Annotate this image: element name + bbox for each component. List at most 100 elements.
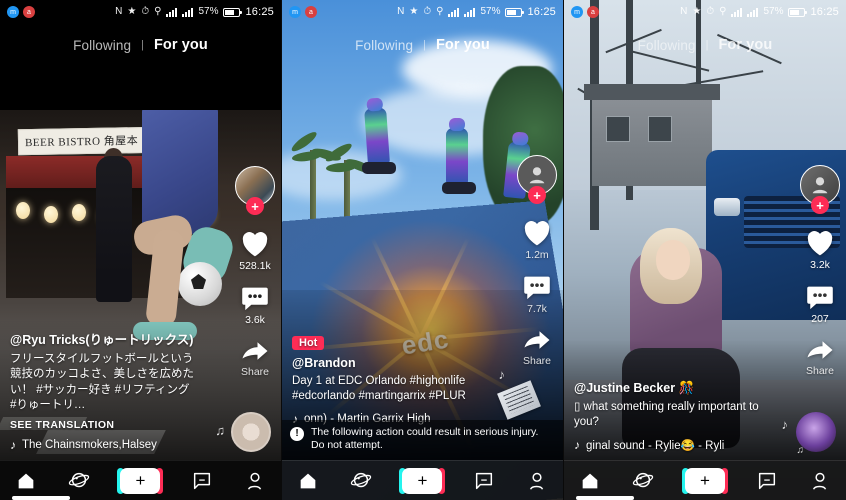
nav-inbox-3[interactable] <box>756 470 778 492</box>
comment-button-2[interactable]: 7.7k <box>522 273 552 315</box>
nfc-icon: N <box>680 6 688 17</box>
tab-for-you[interactable]: For you <box>718 37 772 53</box>
nav-create-3[interactable]: + <box>681 467 728 494</box>
music-note-icon: ♪ <box>498 367 506 382</box>
share-label: Share <box>240 366 270 378</box>
alarm-icon: ⏱ <box>706 6 715 17</box>
creator-avatar-wrapper-1[interactable]: + <box>235 166 275 215</box>
creator-handle[interactable]: @Brandon <box>292 356 501 370</box>
music-disc-1[interactable] <box>231 412 271 452</box>
creator-avatar-wrapper-3[interactable]: + <box>800 165 840 214</box>
nav-profile-1[interactable] <box>244 470 266 492</box>
creator-avatar-wrapper-2[interactable]: + <box>517 155 557 204</box>
music-row-1[interactable]: ♪ The Chainsmokers,Halsey <box>10 438 219 452</box>
do-not-disturb-icon: ★ <box>409 6 419 17</box>
tab-following[interactable]: Following <box>638 38 696 53</box>
message-icon[interactable] <box>756 470 778 492</box>
follow-button[interactable]: + <box>811 196 829 214</box>
share-icon[interactable] <box>805 337 835 363</box>
person-icon[interactable] <box>526 470 548 492</box>
rider <box>446 118 468 184</box>
heart-icon[interactable] <box>239 228 271 258</box>
music-title: ginal sound - Rylie😂 - Ryli <box>586 440 725 452</box>
message-icon[interactable] <box>191 470 213 492</box>
comment-icon[interactable] <box>240 284 270 312</box>
nav-create-1[interactable]: + <box>117 467 164 494</box>
follow-button[interactable]: + <box>528 186 546 204</box>
signal-1-icon <box>731 7 743 17</box>
app-badge-icon: a <box>305 6 317 18</box>
follow-button[interactable]: + <box>246 197 264 215</box>
nfc-icon: N <box>115 6 123 17</box>
plus-icon[interactable]: + <box>681 467 728 494</box>
nav-profile-2[interactable] <box>526 470 548 492</box>
planet-icon[interactable] <box>350 470 372 492</box>
background-person <box>96 156 132 302</box>
like-count: 1.2m <box>525 249 549 261</box>
message-icon[interactable] <box>473 470 495 492</box>
like-button-3[interactable]: 3.2k <box>804 227 836 271</box>
bike <box>362 162 396 174</box>
creator-handle[interactable]: @Ryu Tricks(りゅートリックス) <box>10 329 219 348</box>
nav-discover-1[interactable] <box>68 470 90 492</box>
home-icon[interactable] <box>579 470 601 492</box>
planet-icon[interactable] <box>68 470 90 492</box>
status-notification-icons: m a <box>289 6 317 18</box>
planet-icon[interactable] <box>632 470 654 492</box>
share-button-1[interactable]: Share <box>240 338 270 378</box>
tiktok-note-icon: ♪ <box>574 438 580 452</box>
like-count: 3.2k <box>810 259 830 271</box>
share-icon[interactable] <box>240 338 270 364</box>
video-description-line: い！ #サッカー好き #リフティング <box>10 383 190 396</box>
beer-bistro-sign: BEER BISTRO 角屋本 <box>17 126 159 156</box>
tab-following[interactable]: Following <box>355 38 413 53</box>
home-icon[interactable] <box>15 470 37 492</box>
screen-3: m a N ★ ⏱ ⚲ 57% 16:25 Following | For yo… <box>564 0 846 500</box>
status-system-icons: N ★ ⏱ ⚲ 57% 16:25 <box>680 6 839 18</box>
lantern-icon <box>44 206 58 223</box>
nav-create-2[interactable]: + <box>399 467 446 494</box>
nav-home-3[interactable] <box>579 470 601 492</box>
share-button-3[interactable]: Share <box>805 337 835 377</box>
plus-icon[interactable]: + <box>399 467 446 494</box>
share-button-2[interactable]: Share <box>522 327 552 367</box>
nav-discover-3[interactable] <box>632 470 654 492</box>
home-icon[interactable] <box>297 470 319 492</box>
heart-icon[interactable] <box>804 227 836 257</box>
comment-button-3[interactable]: 207 <box>805 283 835 325</box>
creator-handle[interactable]: @Justine Becker 🎊 <box>574 381 784 396</box>
video-description-line: you? <box>574 416 599 429</box>
app-badge-icon: a <box>587 6 599 18</box>
person-face <box>656 240 690 280</box>
music-disc-3[interactable] <box>796 412 836 452</box>
tab-for-you[interactable]: For you <box>154 37 208 53</box>
comment-icon[interactable] <box>805 283 835 311</box>
person-icon[interactable] <box>244 470 266 492</box>
tab-for-you[interactable]: For you <box>436 37 490 53</box>
like-button-2[interactable]: 1.2m <box>521 217 553 261</box>
person-icon[interactable] <box>809 470 831 492</box>
nav-inbox-2[interactable] <box>473 470 495 492</box>
share-icon[interactable] <box>522 327 552 353</box>
heart-icon[interactable] <box>521 217 553 247</box>
nav-home-1[interactable] <box>15 470 37 492</box>
nav-home-2[interactable] <box>297 470 319 492</box>
plus-icon[interactable]: + <box>117 467 164 494</box>
messenger-icon: m <box>289 6 301 18</box>
comment-button-1[interactable]: 3.6k <box>240 284 270 326</box>
see-translation-button[interactable]: SEE TRANSLATION <box>10 419 219 431</box>
nav-discover-2[interactable] <box>350 470 372 492</box>
nav-inbox-1[interactable] <box>191 470 213 492</box>
caption-1: @Ryu Tricks(りゅートリックス) フリースタイルフットボールという 競… <box>10 329 219 452</box>
comment-icon[interactable] <box>522 273 552 301</box>
signal-1-icon <box>166 7 178 17</box>
music-row-3[interactable]: ♪ ginal sound - Rylie😂 - Ryli <box>574 438 784 452</box>
video-description-line: 競技のカッコよさ、美しさを広めた <box>10 368 194 381</box>
battery-percent: 57% <box>763 6 784 17</box>
tab-following[interactable]: Following <box>73 38 131 53</box>
messenger-icon: m <box>571 6 583 18</box>
nav-profile-3[interactable] <box>809 470 831 492</box>
like-button-1[interactable]: 528.1k <box>239 228 271 272</box>
person-silhouette-icon <box>812 177 828 194</box>
tiktok-note-icon: ♪ <box>10 438 16 452</box>
